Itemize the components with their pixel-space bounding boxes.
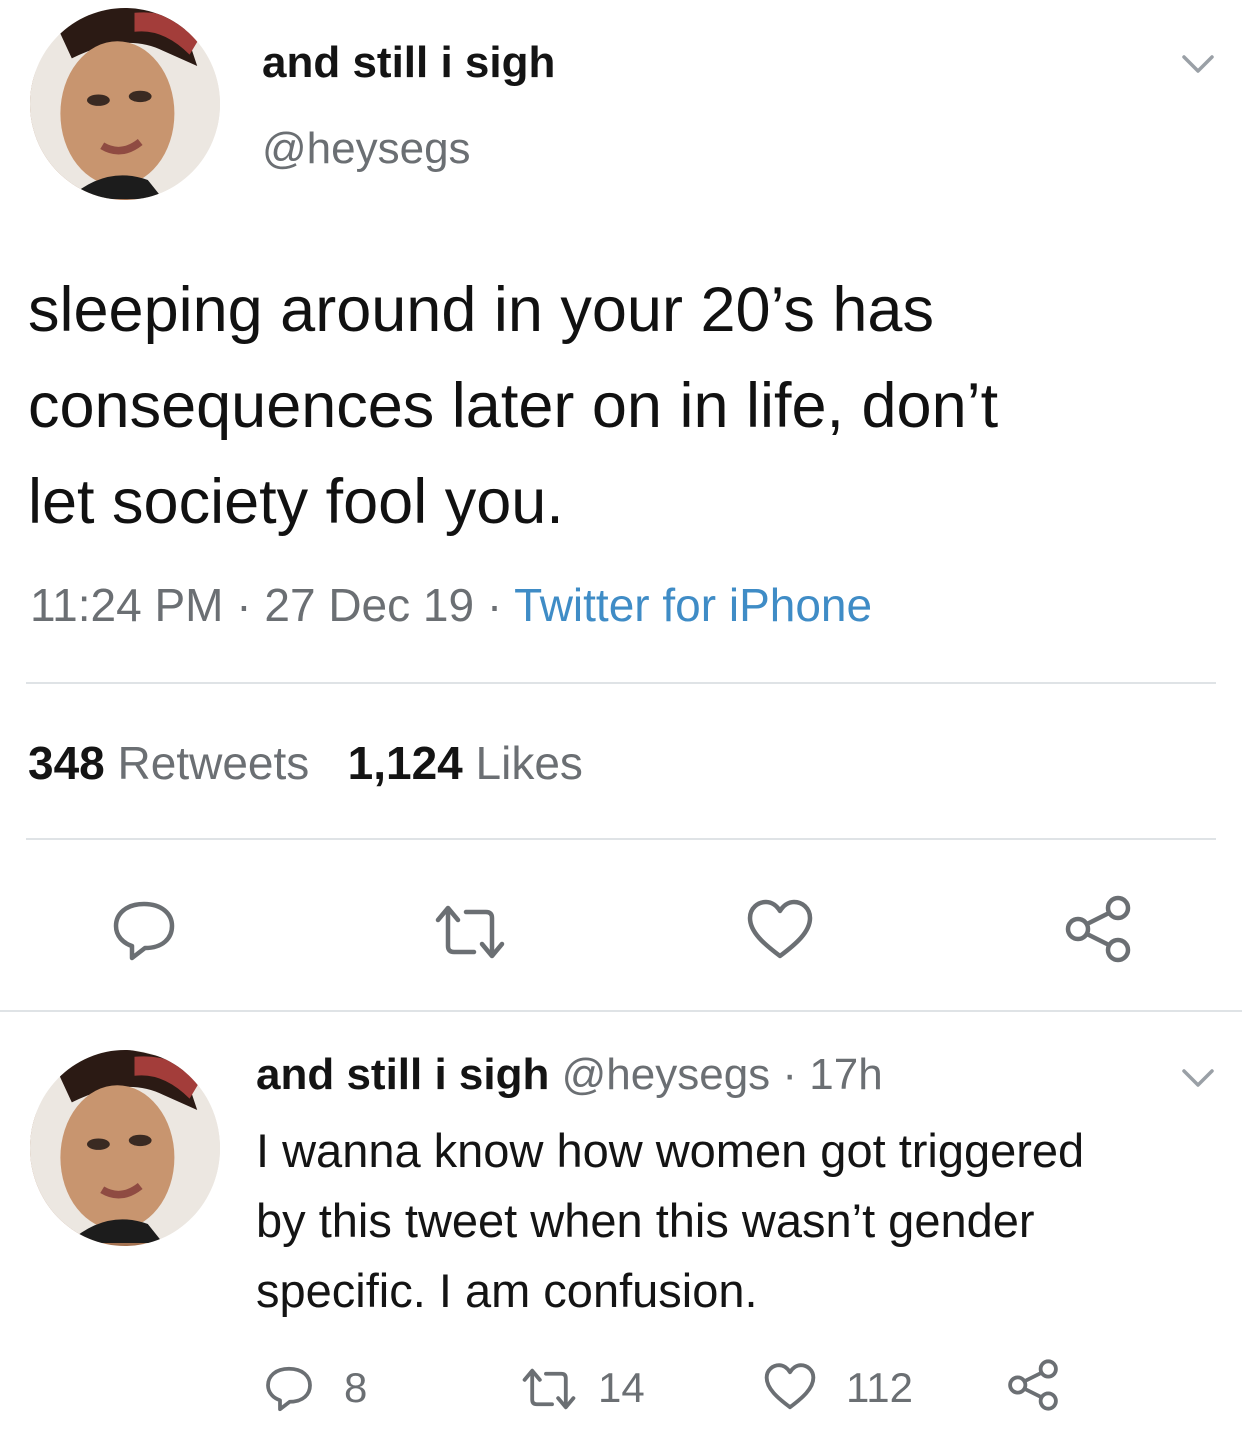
- avatar[interactable]: [30, 1050, 220, 1246]
- reply-header: and still i sigh @heysegs · 17h: [256, 1050, 883, 1100]
- reply-icon[interactable]: [108, 898, 180, 964]
- avatar-photo: [30, 1050, 220, 1243]
- meta-separator: ·: [474, 579, 515, 631]
- like-icon[interactable]: [762, 1362, 818, 1412]
- chevron-down-icon[interactable]: [1180, 52, 1216, 76]
- like-count: 112: [846, 1364, 913, 1411]
- likes-count: 1,124: [347, 737, 463, 789]
- share-icon[interactable]: [1060, 894, 1136, 964]
- reply-icon[interactable]: [262, 1364, 316, 1414]
- divider: [26, 682, 1216, 684]
- divider: [26, 838, 1216, 840]
- retweet-icon[interactable]: [520, 1366, 578, 1412]
- share-icon[interactable]: [1004, 1358, 1062, 1412]
- tweet-stats: 348 Retweets 1,124 Likes: [28, 736, 583, 790]
- meta-separator: ·: [223, 579, 265, 631]
- likes-label: Likes: [475, 737, 583, 789]
- like-icon[interactable]: [744, 898, 816, 962]
- chevron-down-icon[interactable]: [1180, 1066, 1216, 1090]
- divider: [0, 1010, 1242, 1012]
- tweet-time: 11:24 PM: [30, 579, 224, 631]
- retweets-stat[interactable]: 348 Retweets: [28, 737, 309, 789]
- avatar-photo: [30, 8, 220, 199]
- tweet-source-link[interactable]: Twitter for iPhone: [514, 579, 872, 631]
- tweet-text: I wanna know how women got triggered by …: [256, 1124, 1085, 1317]
- meta-separator: ·: [770, 1050, 810, 1099]
- retweet-icon[interactable]: [432, 902, 508, 962]
- display-name[interactable]: and still i sigh: [262, 38, 555, 88]
- retweets-label: Retweets: [117, 737, 310, 789]
- retweet-count: 14: [598, 1364, 645, 1411]
- tweet-age[interactable]: 17h: [809, 1050, 882, 1099]
- retweets-count: 348: [28, 737, 105, 789]
- tweet-text: sleeping around in your 20’s has consequ…: [28, 275, 999, 537]
- display-name[interactable]: and still i sigh: [256, 1050, 549, 1099]
- user-handle[interactable]: @heysegs: [562, 1050, 771, 1099]
- reply-count: 8: [344, 1364, 368, 1411]
- tweet-meta: 11:24 PM · 27 Dec 19 · Twitter for iPhon…: [30, 578, 872, 632]
- avatar[interactable]: [30, 8, 220, 200]
- user-handle[interactable]: @heysegs: [262, 124, 471, 174]
- tweet-date: 27 Dec 19: [264, 579, 475, 631]
- likes-stat[interactable]: 1,124 Likes: [348, 737, 583, 789]
